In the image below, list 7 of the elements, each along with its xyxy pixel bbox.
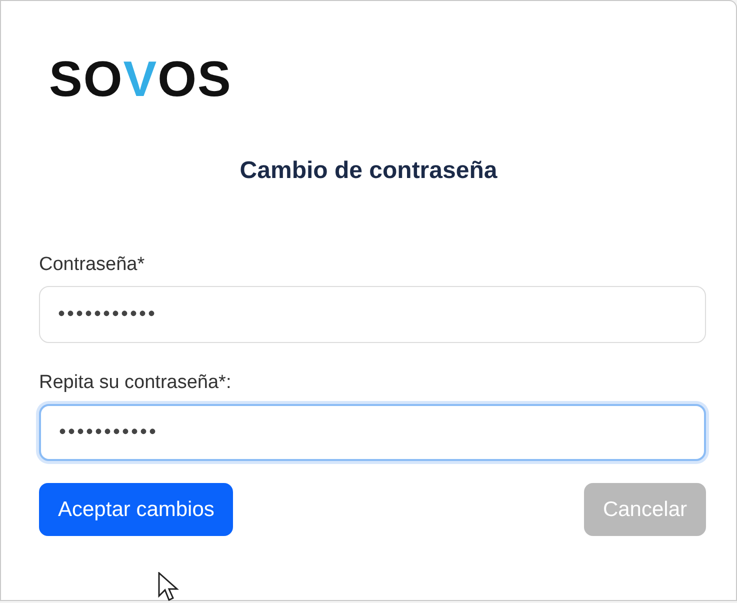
logo: SOVOS bbox=[49, 51, 232, 107]
dialog-title: Cambio de contraseña bbox=[240, 156, 498, 186]
field-label: Repita su contraseña*: bbox=[39, 371, 232, 395]
accept-button[interactable]: Aceptar cambios bbox=[39, 483, 234, 536]
field-label: Contraseña* bbox=[39, 253, 146, 277]
password-field[interactable]: ••••••••••• bbox=[39, 404, 706, 461]
password-field[interactable]: ••••••••••• bbox=[39, 286, 706, 343]
